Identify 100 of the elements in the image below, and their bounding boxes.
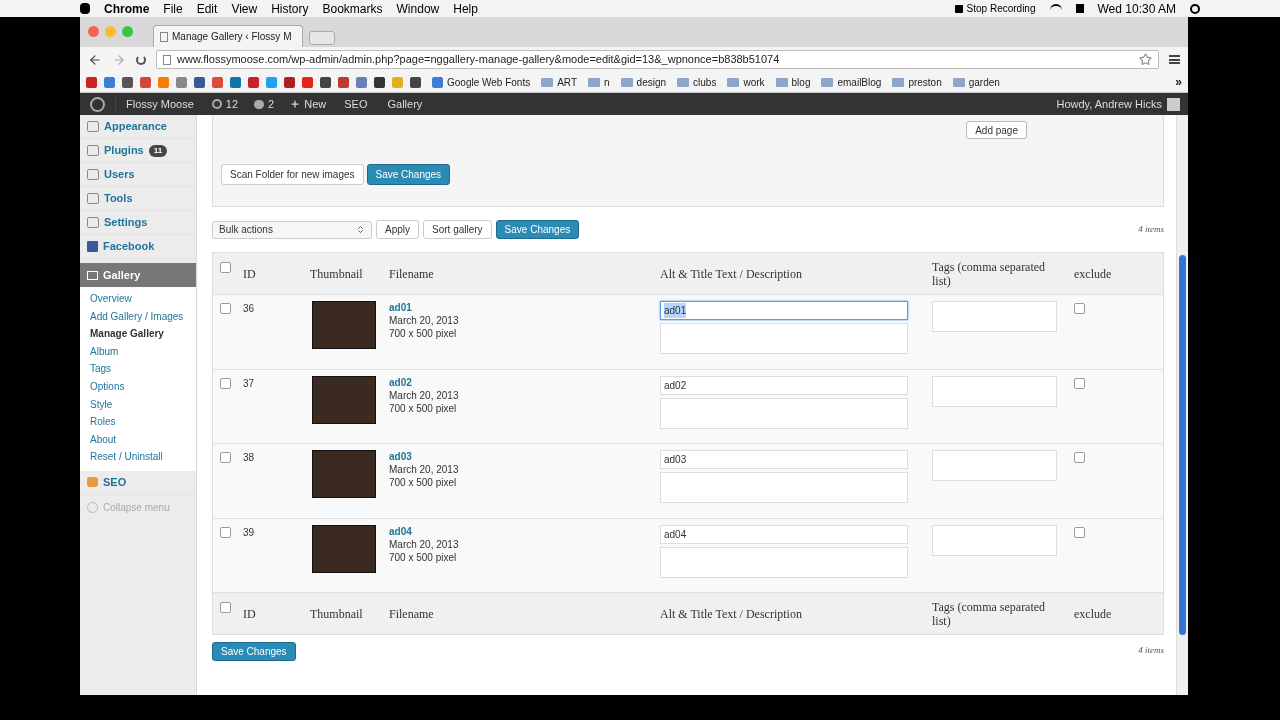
sidebar-item[interactable]: Plugins [104, 142, 144, 159]
scrollbar[interactable] [1176, 115, 1188, 695]
bookmark-icon[interactable] [374, 76, 385, 88]
admin-bar-link[interactable]: Gallery [377, 95, 433, 113]
checkbox[interactable] [1074, 303, 1085, 314]
description-field[interactable] [660, 323, 908, 354]
bookmark[interactable]: preston [892, 74, 942, 90]
bulk-actions-select[interactable]: Bulk actions [212, 220, 372, 239]
description-field[interactable] [660, 472, 908, 503]
description-field[interactable] [660, 397, 908, 429]
submenu-item[interactable]: Overview [80, 291, 196, 309]
menu-item[interactable]: Help [453, 0, 478, 18]
wordpress-logo-icon[interactable] [90, 96, 105, 112]
bookmark-icon[interactable] [122, 76, 133, 88]
submenu-item[interactable]: Style [80, 396, 196, 415]
app-menu[interactable]: Chrome [104, 0, 150, 18]
bookmark[interactable]: work [727, 74, 765, 90]
submenu-item[interactable]: Roles [80, 414, 196, 432]
checkbox[interactable] [220, 303, 231, 314]
menu-item[interactable]: History [271, 0, 309, 18]
sidebar-item[interactable]: SEO [103, 474, 127, 491]
alt-text-field[interactable]: ad04 [660, 524, 908, 544]
browser-tab[interactable]: Manage Gallery ‹ Flossy M [153, 25, 303, 47]
filename-link[interactable]: ad04 [389, 524, 660, 538]
bookmark[interactable]: clubs [677, 74, 717, 90]
add-page-button[interactable]: Add page [966, 121, 1027, 139]
bookmark[interactable]: garden [952, 74, 1000, 90]
submenu-item[interactable]: Reset / Uninstall [80, 449, 196, 467]
star-icon[interactable] [1139, 53, 1152, 66]
sidebar-item[interactable]: Tools [104, 190, 133, 207]
checkbox[interactable] [220, 377, 231, 389]
apply-button[interactable]: Apply [376, 220, 419, 239]
bookmark-icon[interactable] [284, 76, 295, 88]
avatar-icon[interactable] [1167, 97, 1180, 111]
tags-field[interactable] [932, 301, 1057, 332]
checkbox[interactable] [1074, 526, 1085, 538]
save-changes-button[interactable]: Save Changes [212, 641, 296, 661]
search-icon[interactable] [1190, 3, 1200, 14]
more-bookmarks[interactable]: » [1175, 73, 1182, 91]
submenu-item[interactable]: Manage Gallery [80, 326, 196, 344]
reload-icon[interactable] [136, 54, 146, 65]
tags-field[interactable] [932, 375, 1057, 407]
alt-text-field[interactable]: ad01 [660, 301, 908, 320]
tags-field[interactable] [932, 524, 1057, 556]
menu-item[interactable]: File [163, 0, 183, 18]
plus-icon[interactable] [290, 99, 301, 109]
admin-bar-link[interactable]: SEO [334, 95, 378, 113]
submenu-item[interactable]: About [80, 431, 196, 450]
close-window-icon[interactable] [88, 25, 99, 37]
bookmark-icon[interactable] [410, 76, 421, 88]
comment-icon[interactable] [254, 99, 265, 109]
checkbox[interactable] [1074, 377, 1085, 389]
bookmark-icon[interactable] [248, 76, 259, 88]
checkbox[interactable] [220, 262, 231, 273]
bookmark-icon[interactable] [194, 76, 205, 88]
sidebar-item[interactable]: Appearance [104, 118, 167, 135]
account-link[interactable]: Howdy, Andrew Hicks [1056, 95, 1162, 113]
checkbox[interactable] [220, 602, 231, 613]
menu-icon[interactable] [1169, 55, 1180, 64]
stop-recording-icon[interactable] [954, 4, 963, 13]
updates-count[interactable]: 12 [225, 95, 239, 113]
recording-status[interactable]: Stop Recording [966, 1, 1036, 16]
checkbox[interactable] [220, 452, 231, 463]
new-link[interactable]: New [304, 95, 327, 113]
bookmark[interactable]: ART [541, 74, 578, 90]
bookmark[interactable]: blog [775, 74, 811, 90]
bookmark[interactable]: n [588, 74, 610, 90]
menu-item[interactable]: Edit [196, 0, 218, 18]
alt-text-field[interactable]: ad02 [660, 375, 908, 395]
scrollbar-thumb[interactable] [1179, 255, 1186, 635]
submenu-item[interactable]: Add Gallery / Images [80, 308, 196, 327]
filename-link[interactable]: ad01 [389, 301, 660, 314]
sidebar-item[interactable]: Settings [104, 214, 148, 231]
back-icon[interactable] [88, 52, 102, 67]
menu-item[interactable]: Window [396, 0, 440, 18]
save-changes-button[interactable]: Save Changes [495, 220, 580, 239]
tags-field[interactable] [932, 450, 1057, 481]
address-bar[interactable]: www.flossymoose.com/wp-admin/admin.php?page=nggallery-manage-gallery&mode=edit&gid=13&_wpnonce=b838b51074 [156, 50, 1159, 69]
bookmark-icon[interactable] [338, 76, 349, 88]
sidebar-item[interactable]: Users [104, 166, 135, 183]
bookmark-icon[interactable] [86, 76, 97, 88]
sort-gallery-button[interactable]: Sort gallery [423, 220, 492, 239]
submenu-item[interactable]: Album [80, 343, 196, 362]
comments-count[interactable]: 2 [268, 95, 275, 113]
forward-icon[interactable] [112, 52, 126, 67]
new-tab-button[interactable] [309, 31, 335, 45]
clock[interactable]: Wed 10:30 AM [1097, 0, 1176, 18]
description-field[interactable] [660, 546, 908, 578]
bookmark[interactable]: Google Web Fonts [432, 74, 531, 90]
submenu-item[interactable]: Options [80, 378, 196, 397]
sidebar-item[interactable]: Facebook [103, 238, 155, 255]
site-link[interactable]: Flossy Moose [115, 95, 204, 113]
scan-folder-button[interactable]: Scan Folder for new images [221, 164, 364, 185]
menu-item[interactable]: View [231, 0, 258, 18]
alt-text-field[interactable]: ad03 [660, 450, 908, 469]
updates-icon[interactable] [211, 99, 222, 109]
bookmark[interactable]: design [620, 74, 667, 90]
sidebar-item[interactable]: Gallery [80, 263, 196, 287]
save-changes-button[interactable]: Save Changes [366, 164, 451, 185]
filename-link[interactable]: ad02 [389, 375, 660, 389]
